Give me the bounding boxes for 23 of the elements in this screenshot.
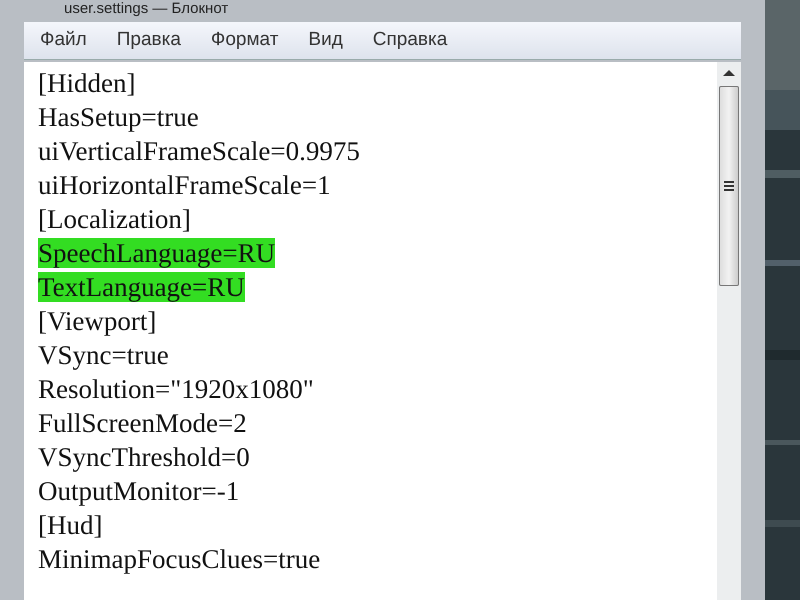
text-line: [Hud] [38,510,102,540]
text-line: FullScreenMode=2 [38,408,247,438]
text-area[interactable] [24,62,741,600]
text-line: [Viewport] [38,306,156,336]
menu-item[interactable]: Вид [308,26,343,55]
menu-item[interactable]: Формат [210,26,278,55]
scroll-up-icon[interactable] [723,70,735,76]
menu-item[interactable]: Файл [40,26,87,55]
scrollbar-thumb[interactable] [719,86,739,286]
text-line: uiHorizontalFrameScale=1 [38,170,331,200]
text-line: uiVerticalFrameScale=0.9975 [38,136,360,166]
text-line: OutputMonitor=-1 [38,476,240,506]
text-line: MinimapFocusClues=true [38,544,320,574]
text-line: VSync=true [38,340,169,370]
scrollbar[interactable] [717,62,741,600]
text-line: Resolution="1920x1080" [38,374,314,404]
text-line: VSyncThreshold=0 [38,442,250,472]
text-line: [Hidden] [38,68,136,98]
text-line: [Localization] [38,204,191,234]
window-title: user.settings — Блокнот [64,0,228,18]
text-line: HasSetup=true [38,102,199,132]
menu-item[interactable]: Справка [372,26,448,55]
menu-item[interactable]: Правка [116,26,181,55]
